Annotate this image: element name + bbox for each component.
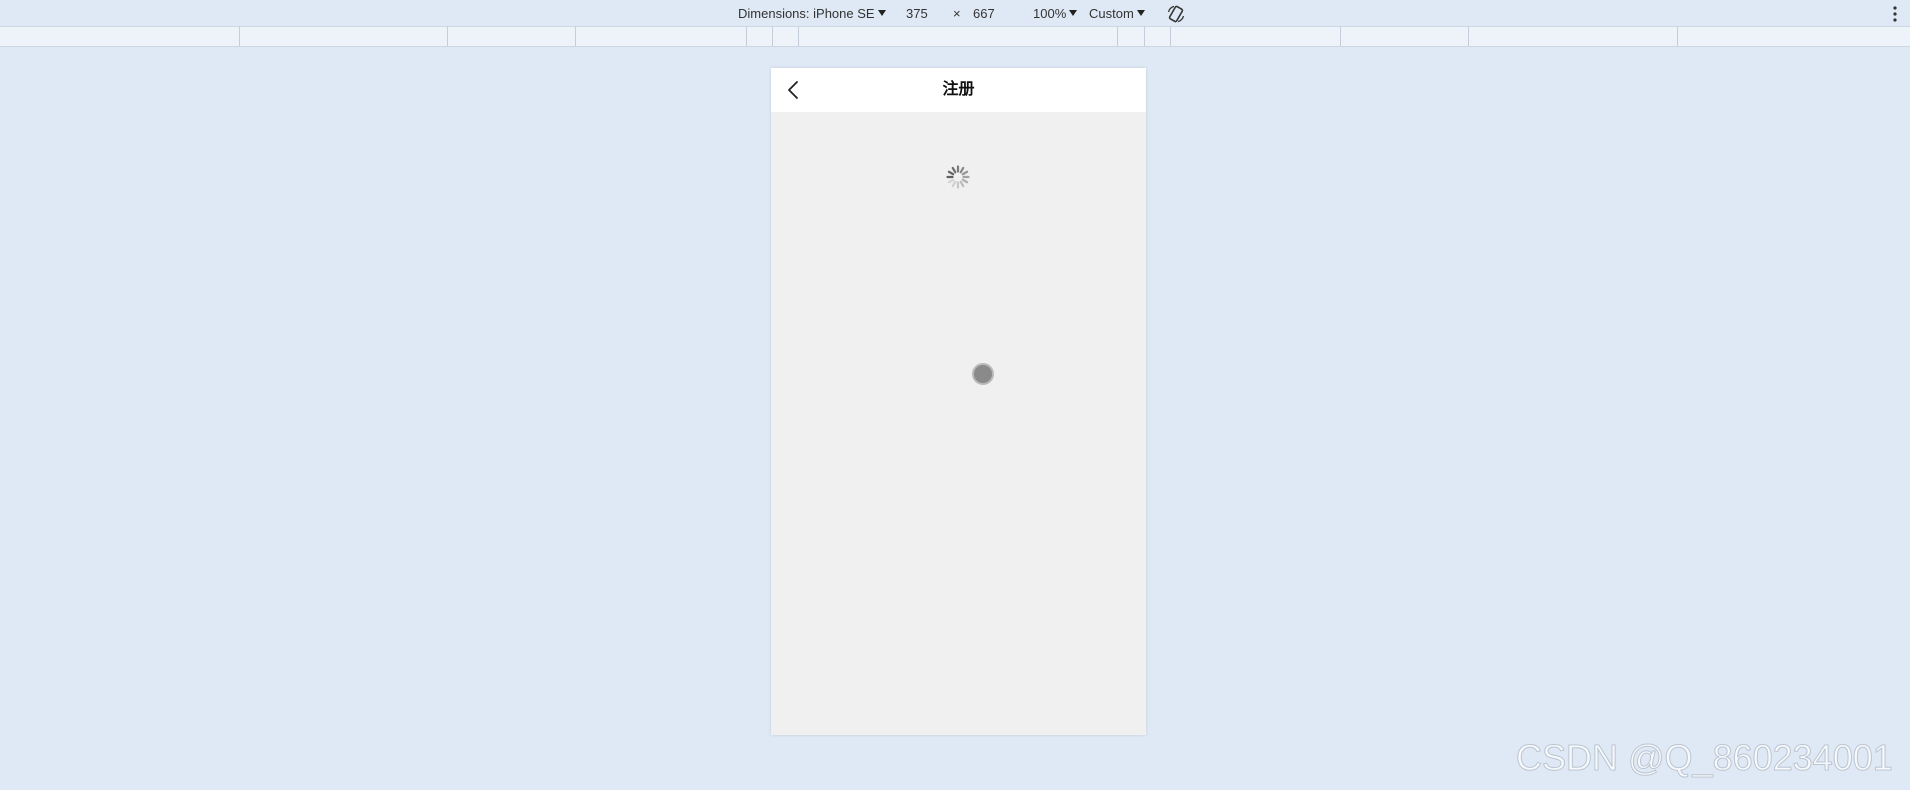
height-input[interactable]: 667	[973, 6, 995, 22]
watermark: CSDN @Q_860234001	[1516, 737, 1894, 779]
nav-bar: 注册	[771, 68, 1146, 112]
ruler-segment[interactable]	[746, 27, 747, 46]
page-title: 注册	[942, 81, 975, 98]
dimensions-label: Dimensions: iPhone SE	[738, 6, 875, 21]
throttle-select[interactable]: Custom	[1089, 6, 1145, 22]
ruler-segment[interactable]	[1144, 27, 1145, 46]
dimensions-dropdown-icon	[877, 10, 886, 16]
ruler-segment[interactable]	[575, 27, 576, 46]
loading-spinner-icon	[946, 165, 970, 189]
zoom-dropdown-icon	[1069, 10, 1078, 16]
ruler-segment[interactable]	[447, 27, 448, 46]
throttle-label: Custom	[1089, 6, 1134, 21]
more-options-icon[interactable]	[1892, 5, 1898, 23]
zoom-label: 100%	[1033, 6, 1067, 21]
device-viewport: 注册	[771, 68, 1146, 735]
touch-cursor	[972, 363, 994, 385]
times-symbol: ×	[953, 6, 961, 21]
ruler-segment[interactable]	[1340, 27, 1341, 46]
zoom-select[interactable]: 100%	[1033, 6, 1078, 22]
rotate-icon[interactable]	[1166, 4, 1186, 24]
ruler-segment[interactable]	[1170, 27, 1171, 46]
ruler-segment[interactable]	[772, 27, 773, 46]
width-input[interactable]: 375	[906, 6, 928, 22]
throttle-dropdown-icon	[1136, 10, 1145, 16]
ruler-segment[interactable]	[798, 27, 799, 46]
media-query-ruler	[0, 27, 1910, 47]
ruler-segment[interactable]	[239, 27, 240, 46]
dimensions-select[interactable]: Dimensions: iPhone SE	[738, 6, 886, 22]
ruler-segment[interactable]	[1468, 27, 1469, 46]
ruler-segment[interactable]	[1117, 27, 1118, 46]
device-toolbar: Dimensions: iPhone SE 375 × 667 100% Cus…	[0, 0, 1910, 27]
ruler-segment[interactable]	[1677, 27, 1678, 46]
